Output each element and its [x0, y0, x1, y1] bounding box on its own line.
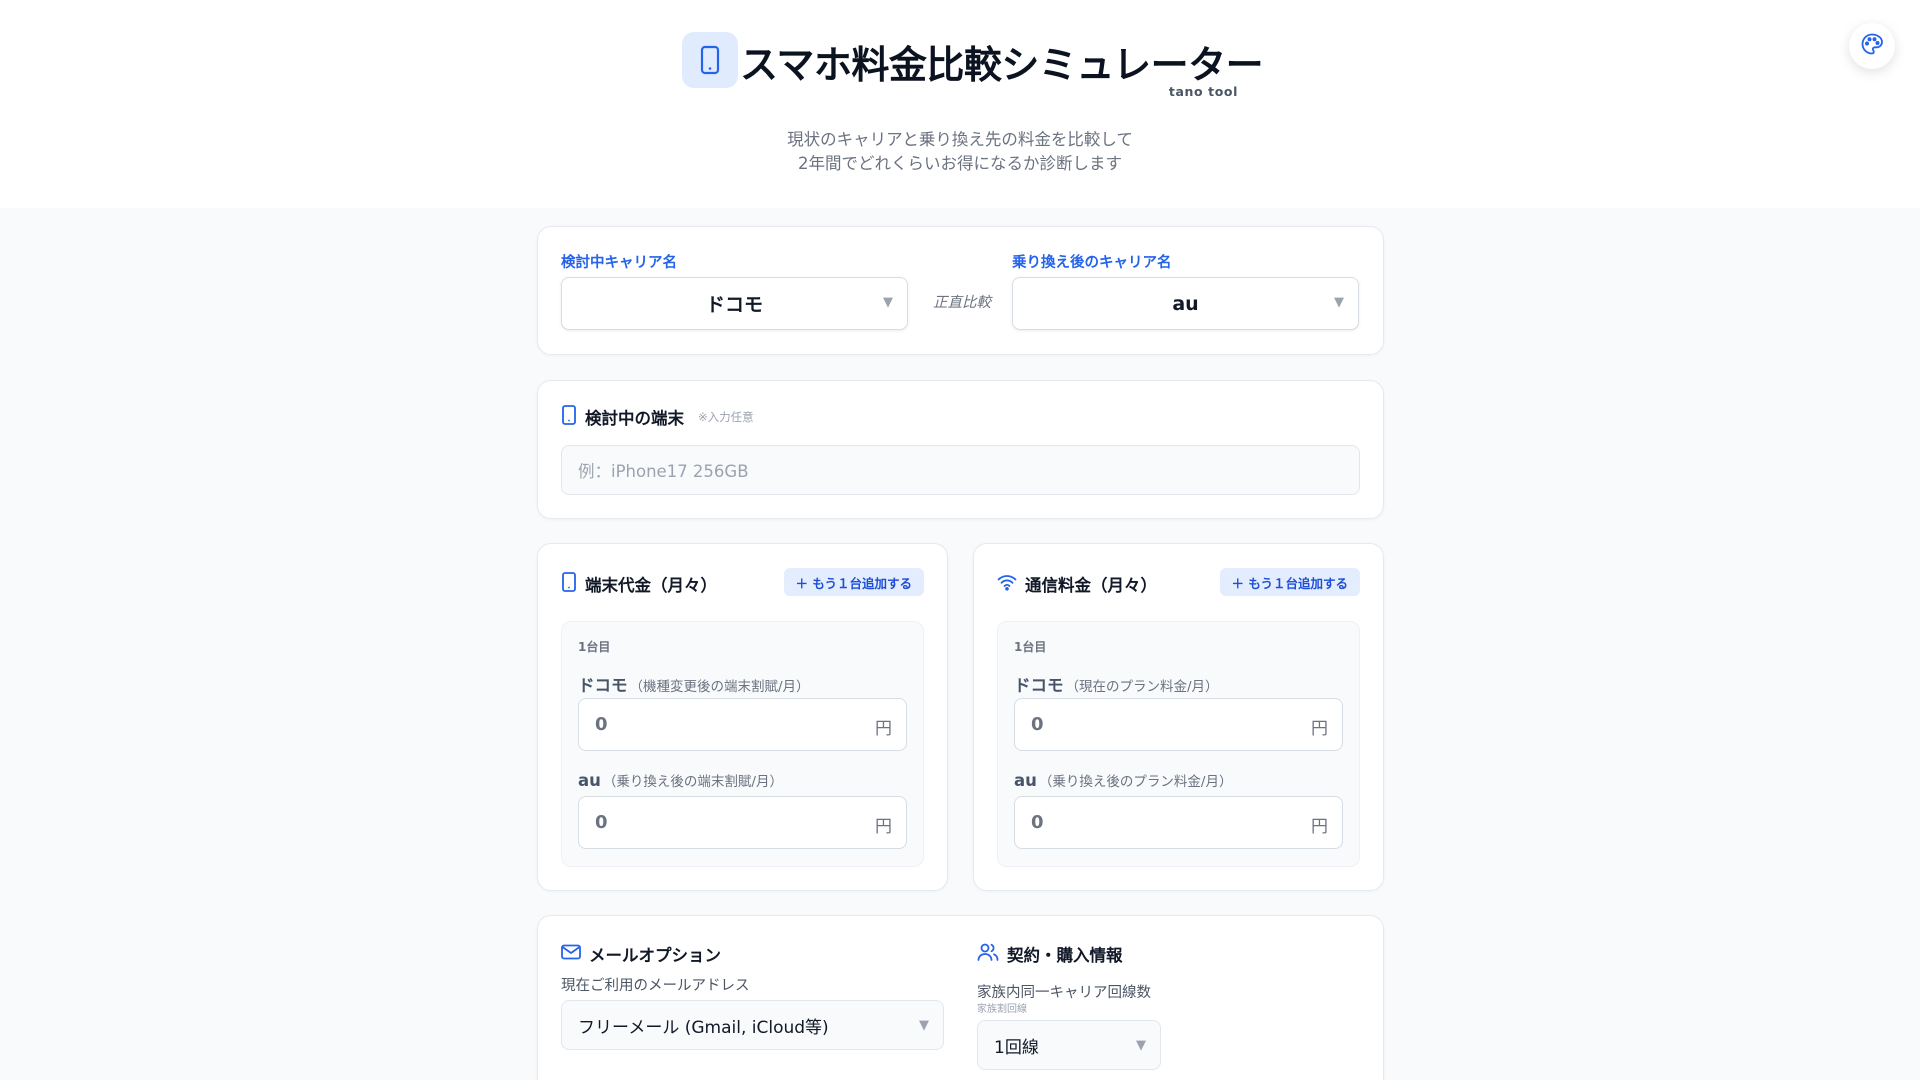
device-cost-card: 端末代金（月々） ＋ もう１台追加する 1台目 ドコモ （機種変更後の端末割賦/月… [537, 543, 948, 891]
device-current-value: 0 [595, 714, 608, 735]
device-current-label: ドコモ （機種変更後の端末割賦/月） [578, 672, 810, 696]
carrier-card: 検討中キャリア名 ドコモ ▼ 正直比較 乗り換え後のキャリア名 au ▼ [537, 226, 1384, 355]
device-hint: ※入力任意 [698, 410, 754, 424]
mail-select[interactable]: フリーメール (Gmail, iCloud等) ▼ [561, 1000, 944, 1050]
plan-current-label: ドコモ （現在のプラン料金/月） [1014, 672, 1219, 696]
contract-title-text: 契約・購入情報 [1007, 946, 1123, 965]
plan-target-input[interactable]: 0 円 [1014, 796, 1343, 849]
plan-current-input[interactable]: 0 円 [1014, 698, 1343, 751]
options-card: メールオプション 現在ご利用のメールアドレス フリーメール (Gmail, iC… [537, 915, 1384, 1080]
subtitle-line-1: 現状のキャリアと乗り換え先の料金を比較して [787, 130, 1133, 149]
smartphone-icon [682, 32, 738, 88]
plan-cost-title-text: 通信料金（月々） [1025, 576, 1157, 595]
current-carrier-select[interactable]: ドコモ ▼ [561, 277, 908, 330]
page-title: スマホ料金比較シミュレーター [740, 43, 1264, 87]
page-subtitle: 現状のキャリアと乗り換え先の料金を比較して 2年間でどれくらいお得になるか診断し… [0, 128, 1920, 176]
smartphone-icon [561, 405, 577, 429]
plan-current-desc: （現在のプラン料金/月） [1065, 679, 1219, 695]
plan-target-desc: （乗り換え後のプラン料金/月） [1038, 774, 1233, 790]
mail-title-text: メールオプション [589, 946, 721, 965]
contract-title: 契約・購入情報 [977, 942, 1123, 966]
plan-cost-card: 通信料金（月々） ＋ もう１台追加する 1台目 ドコモ （現在のプラン料金/月） … [973, 543, 1384, 891]
plan-current-carrier: ドコモ [1014, 676, 1064, 695]
plan-current-value: 0 [1031, 714, 1044, 735]
compare-label: 正直比較 [933, 295, 991, 311]
subtitle-line-2: 2年間でどれくらいお得になるか診断します [798, 154, 1122, 173]
chevron-down-icon: ▼ [1334, 295, 1344, 310]
device-title-text: 検討中の端末 [585, 409, 684, 428]
device-cost-title-text: 端末代金（月々） [585, 576, 717, 595]
current-carrier-value: ドコモ [705, 294, 763, 316]
add-line-button[interactable]: ＋ もう１台追加する [1219, 568, 1360, 596]
device-card: 検討中の端末 ※入力任意 例：iPhone17 256GB [537, 380, 1384, 519]
device-placeholder: 例：iPhone17 256GB [578, 462, 749, 481]
family-lines-select[interactable]: 1回線 ▼ [977, 1020, 1161, 1070]
palette-icon [1860, 32, 1884, 60]
chevron-down-icon: ▼ [1136, 1038, 1146, 1053]
theme-button[interactable] [1849, 23, 1895, 69]
currency-unit: 円 [875, 719, 892, 739]
device-target-value: 0 [595, 812, 608, 833]
device-current-carrier: ドコモ [578, 676, 628, 695]
device-cost-unit-1: 1台目 ドコモ （機種変更後の端末割賦/月） 0 円 au （乗り換え後の端末割賦/… [561, 621, 924, 867]
users-icon [977, 943, 999, 965]
device-current-input[interactable]: 0 円 [578, 698, 907, 751]
chevron-down-icon: ▼ [883, 295, 893, 310]
device-target-desc: （乗り換え後の端末割賦/月） [602, 774, 783, 790]
currency-unit: 円 [875, 817, 892, 837]
plan-target-value: 0 [1031, 812, 1044, 833]
family-lines-label: 家族内同一キャリア回線数 [977, 985, 1151, 1001]
brand-label: tano tool [1168, 84, 1238, 99]
plan-cost-unit-1: 1台目 ドコモ （現在のプラン料金/月） 0 円 au （乗り換え後のプラン料金/月… [997, 621, 1360, 867]
device-cost-title: 端末代金（月々） [561, 572, 717, 596]
wifi-icon [997, 573, 1017, 595]
target-carrier-value: au [1172, 292, 1199, 315]
plan-target-carrier: au [1014, 771, 1037, 790]
chevron-down-icon: ▼ [919, 1018, 929, 1033]
unit-label: 1台目 [578, 640, 611, 654]
mail-title: メールオプション [561, 942, 721, 966]
unit-label: 1台目 [1014, 640, 1047, 654]
device-target-input[interactable]: 0 円 [578, 796, 907, 849]
mail-icon [561, 944, 581, 964]
device-current-desc: （機種変更後の端末割賦/月） [629, 679, 810, 695]
currency-unit: 円 [1311, 817, 1328, 837]
family-lines-sublabel: 家族割回線 [977, 1004, 1027, 1015]
smartphone-icon [561, 572, 577, 596]
family-lines-selected: 1回線 [994, 1037, 1039, 1058]
device-target-carrier: au [578, 771, 601, 790]
currency-unit: 円 [1311, 719, 1328, 739]
plan-target-label: au （乗り換え後のプラン料金/月） [1014, 770, 1232, 790]
device-input[interactable]: 例：iPhone17 256GB [561, 445, 1360, 495]
mail-selected: フリーメール (Gmail, iCloud等) [578, 1017, 829, 1038]
target-carrier-label: 乗り換え後のキャリア名 [1012, 255, 1172, 271]
target-carrier-select[interactable]: au ▼ [1012, 277, 1359, 330]
mail-field-label: 現在ご利用のメールアドレス [561, 978, 750, 994]
plan-cost-title: 通信料金（月々） [997, 572, 1157, 596]
current-carrier-label: 検討中キャリア名 [561, 255, 677, 271]
device-title: 検討中の端末 ※入力任意 [561, 405, 754, 429]
device-target-label: au （乗り換え後の端末割賦/月） [578, 770, 783, 790]
add-device-button[interactable]: ＋ もう１台追加する [783, 568, 924, 596]
header: スマホ料金比較シミュレーター tano tool 現状のキャリアと乗り換え先の料… [0, 0, 1920, 208]
